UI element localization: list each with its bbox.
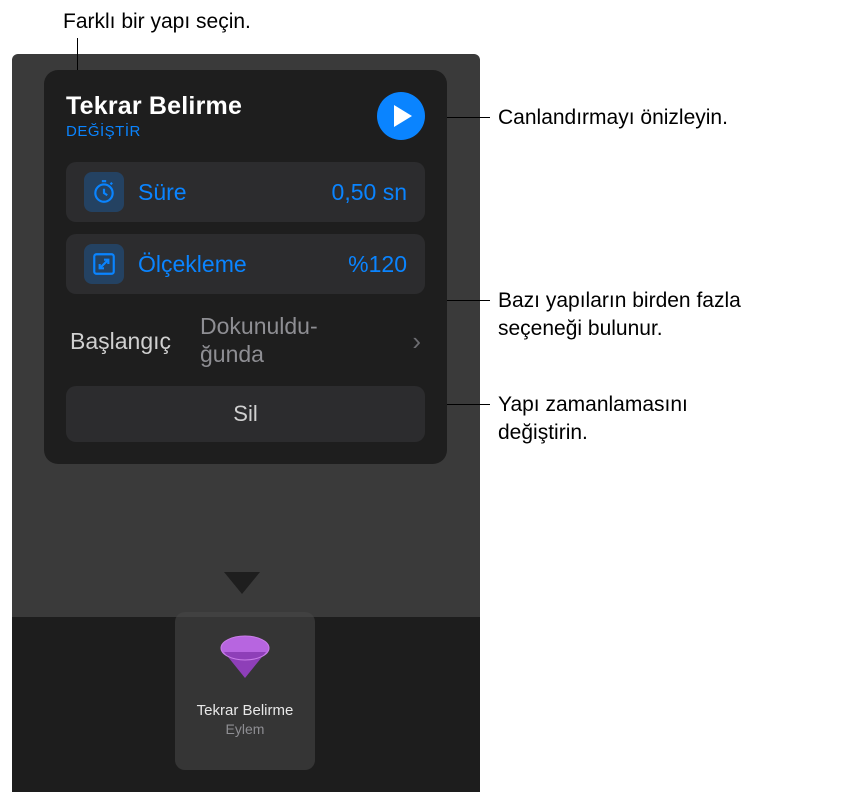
- duration-value: 0,50 sn: [332, 179, 407, 206]
- scale-icon: [91, 251, 117, 277]
- start-label: Başlangıç: [70, 328, 200, 355]
- thumbnail-subtitle: Eylem: [226, 721, 265, 737]
- preview-button[interactable]: [377, 92, 425, 140]
- play-icon: [394, 105, 412, 127]
- start-row[interactable]: Başlangıç Dokunuldu- ğunda ›: [66, 306, 425, 376]
- popover-header: Tekrar Belirme DEĞİŞTİR: [66, 92, 425, 140]
- thumbnail-title: Tekrar Belirme: [197, 702, 294, 719]
- change-animation-link[interactable]: DEĞİŞTİR: [66, 123, 242, 140]
- animation-thumbnail[interactable]: Tekrar Belirme Eylem: [175, 612, 315, 770]
- scale-label: Ölçekleme: [138, 251, 348, 278]
- pop-animation-icon: [214, 630, 276, 682]
- delete-button[interactable]: Sil: [66, 386, 425, 442]
- scale-icon-box: [84, 244, 124, 284]
- title-block: Tekrar Belirme DEĞİŞTİR: [66, 92, 242, 140]
- chevron-right-icon: ›: [412, 326, 421, 357]
- callout-change: Farklı bir yapı seçin.: [63, 8, 251, 36]
- animation-popover: Tekrar Belirme DEĞİŞTİR Süre 0,50 sn: [44, 70, 447, 464]
- timer-icon: [91, 179, 117, 205]
- timer-icon-box: [84, 172, 124, 212]
- scale-row[interactable]: Ölçekleme %120: [66, 234, 425, 294]
- duration-label: Süre: [138, 179, 332, 206]
- scale-value: %120: [348, 251, 407, 278]
- popover-tail: [224, 572, 260, 594]
- duration-row[interactable]: Süre 0,50 sn: [66, 162, 425, 222]
- start-value: Dokunuldu- ğunda: [200, 313, 406, 368]
- callout-options: Bazı yapıların birden fazla seçeneği bul…: [498, 287, 758, 344]
- callout-preview: Canlandırmayı önizleyin.: [498, 104, 728, 132]
- animation-title: Tekrar Belirme: [66, 92, 242, 121]
- callout-timing: Yapı zamanlamasını değiştirin.: [498, 391, 738, 448]
